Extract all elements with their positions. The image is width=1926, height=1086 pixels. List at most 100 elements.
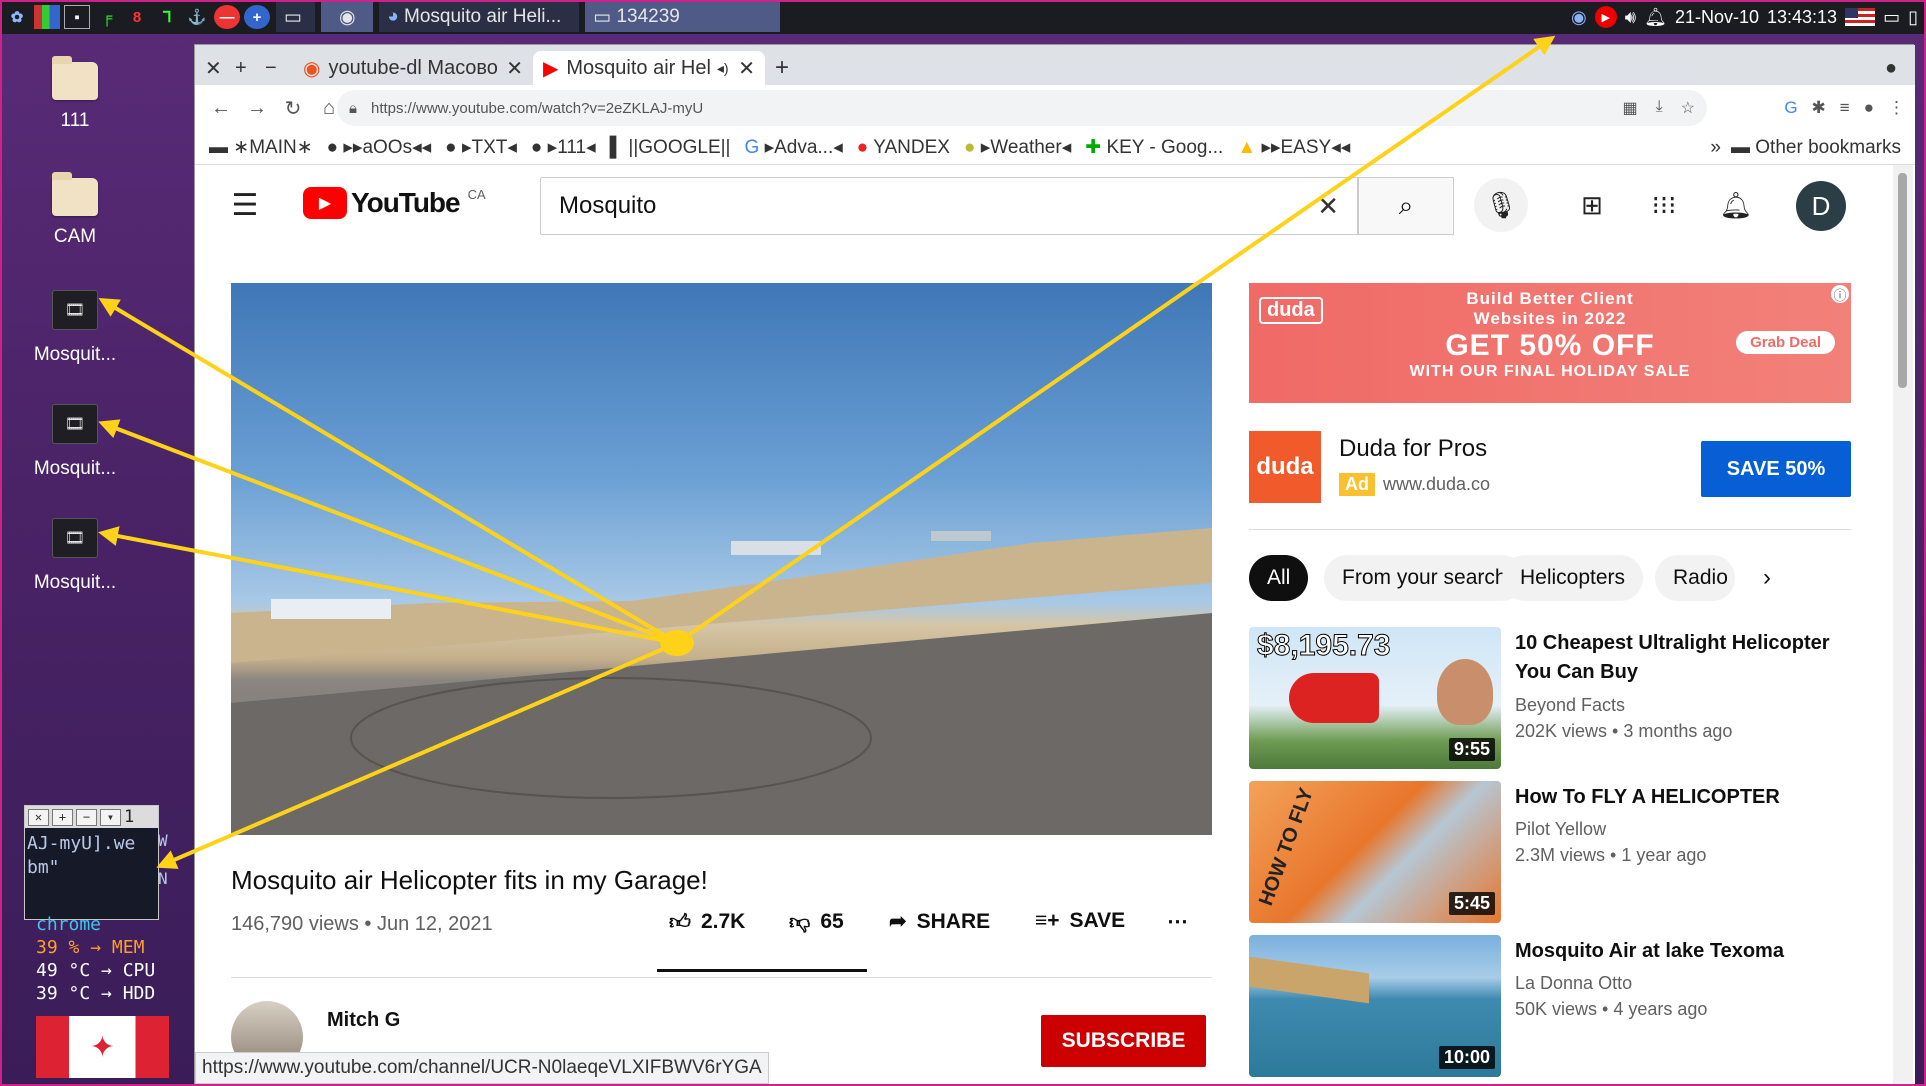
- account-avatar[interactable]: D: [1796, 181, 1846, 231]
- forward-icon[interactable]: →: [239, 90, 275, 126]
- notification-icon[interactable]: 🔔︎: [1644, 7, 1667, 28]
- new-tab-button[interactable]: +: [765, 51, 805, 85]
- bookmark-weather[interactable]: ● ▸Weather◂: [964, 136, 1071, 159]
- clock-time[interactable]: 13:43:13: [1767, 7, 1837, 28]
- recommendation-item[interactable]: HOW TO FLY 5:45 How To FLY A HELICOPTER …: [1249, 781, 1899, 923]
- network-icon[interactable]: +: [244, 5, 270, 29]
- channel-name[interactable]: Mitch G: [327, 1009, 400, 1032]
- chip-all[interactable]: All: [1249, 555, 1309, 601]
- scrollbar-thumb[interactable]: [1898, 173, 1907, 388]
- desktop-video-file-1[interactable]: 🎞︎ Mosquit...: [20, 290, 130, 366]
- desktop-video-file-2[interactable]: 🎞︎ Mosquit...: [20, 404, 130, 480]
- app-menu-icon[interactable]: ✿: [4, 5, 30, 29]
- ad-logo[interactable]: duda: [1249, 431, 1321, 503]
- install-icon[interactable]: ⤓: [1656, 98, 1663, 118]
- volume-icon[interactable]: 🔊︎: [1625, 7, 1636, 28]
- more-actions-icon[interactable]: ⋯: [1167, 909, 1188, 934]
- terminal-launcher-icon[interactable]: ▪: [64, 5, 90, 29]
- bookmark-advanced[interactable]: G ▸Adva...◂: [745, 136, 843, 159]
- close-window-icon[interactable]: ✕: [195, 51, 225, 85]
- taskbar-terminal2[interactable]: ▭ 134239: [585, 2, 781, 32]
- subscribe-button[interactable]: SUBSCRIBE: [1041, 1015, 1206, 1067]
- clipboard-icon[interactable]: ▯: [1908, 7, 1918, 28]
- info-icon[interactable]: ⓘ: [1831, 285, 1849, 303]
- taskbar-chrome[interactable]: ◕ Mosquito air Heli...: [379, 2, 580, 32]
- chrome-tray-icon[interactable]: ◉: [1571, 7, 1587, 28]
- display-icon[interactable]: ▭: [1883, 7, 1900, 28]
- address-bar[interactable]: 🔒︎ https://www.youtube.com/watch?v=2eZKL…: [337, 90, 1707, 126]
- video-player[interactable]: [231, 283, 1212, 835]
- system-stats: chrome 39 % → MEM 49 °C → CPU 39 °C → HD…: [36, 913, 155, 1005]
- desktop-folder-cam[interactable]: CAM: [20, 172, 130, 248]
- bookmark-key[interactable]: ✚ KEY - Goog...: [1085, 136, 1223, 159]
- maximize-icon[interactable]: +: [225, 51, 255, 85]
- anchor-icon[interactable]: ⚓: [184, 5, 210, 29]
- tab-close-icon[interactable]: ✕: [506, 56, 523, 81]
- chevron-right-icon[interactable]: ›: [1747, 558, 1787, 598]
- hamburger-menu-icon[interactable]: ☰: [223, 183, 267, 227]
- bookmark-aoos[interactable]: ● ▸▸aOOs◂◂: [327, 136, 432, 159]
- tab-youtube-dl[interactable]: ◉ youtube-dl Macово ✕: [293, 51, 533, 85]
- chip-from-your-search[interactable]: From your search: [1324, 555, 1525, 601]
- recommendation-item[interactable]: $8,195.73 9:55 10 Cheapest Ultralight He…: [1249, 627, 1899, 769]
- apps-grid-icon[interactable]: ⁝⁝⁝: [1642, 183, 1686, 227]
- youtube-tray-icon[interactable]: ▶: [1594, 6, 1617, 28]
- bookmark-star-icon[interactable]: ☆: [1681, 98, 1695, 118]
- ad-grab-deal-button[interactable]: Grab Deal: [1736, 331, 1835, 354]
- taskbar-terminal[interactable]: ▭: [276, 2, 316, 32]
- youtube-logo[interactable]: ▶ YouTube CA: [303, 187, 486, 219]
- dislike-button[interactable]: 👎︎ 65: [789, 909, 844, 935]
- recommendation-item[interactable]: 10:00 Mosquito Air at lake Texoma La Don…: [1249, 935, 1899, 1077]
- ad-save-button[interactable]: SAVE 50%: [1701, 441, 1851, 497]
- ad-title[interactable]: Duda for Pros: [1339, 435, 1487, 463]
- chevron-down-icon[interactable]: ▾: [100, 808, 121, 826]
- globe-icon: ●: [530, 137, 543, 158]
- minimize-icon[interactable]: −: [255, 51, 285, 85]
- back-icon[interactable]: ←: [203, 90, 239, 126]
- bookmark-easy[interactable]: ▲ ▸▸EASY◂◂: [1237, 136, 1350, 159]
- more-bookmarks-icon[interactable]: »: [1710, 137, 1721, 159]
- like-button[interactable]: 👍︎ 2.7K: [669, 909, 745, 935]
- bookmark-main[interactable]: ▬ ∗MAIN∗: [209, 136, 313, 159]
- bookmark-google[interactable]: ▌ ||GOOGLE||: [610, 137, 731, 159]
- qr-code-icon[interactable]: ▦: [1622, 98, 1637, 118]
- other-bookmarks[interactable]: ▬ Other bookmarks: [1731, 137, 1901, 159]
- page-scrollbar[interactable]: [1893, 165, 1913, 1086]
- tab-mosquito[interactable]: ▶ Mosquito air Hel ◂) ✕: [533, 51, 765, 85]
- save-button[interactable]: ≡+ SAVE: [1035, 909, 1125, 933]
- desktop-video-file-3[interactable]: 🎞︎ Mosquit...: [20, 518, 130, 594]
- stop-icon[interactable]: —: [214, 5, 240, 29]
- search-button[interactable]: ⌕: [1358, 177, 1454, 235]
- reload-icon[interactable]: ↻: [275, 90, 311, 126]
- clock-date[interactable]: 21-Nov-10: [1675, 7, 1759, 28]
- minus-icon[interactable]: −: [76, 808, 97, 826]
- canada-flag-icon: ✦: [36, 1016, 169, 1078]
- us-flag-icon[interactable]: [1845, 8, 1876, 26]
- chip-radio[interactable]: Radio: [1655, 555, 1735, 601]
- notifications-bell-icon[interactable]: 🔔︎: [1714, 183, 1758, 227]
- extensions-icon[interactable]: ✱: [1812, 98, 1826, 118]
- tab-search-icon[interactable]: ●: [1875, 51, 1915, 85]
- share-button[interactable]: ➦ SHARE: [889, 909, 990, 934]
- tab-close-icon[interactable]: ✕: [738, 56, 755, 81]
- plus-icon[interactable]: +: [52, 808, 73, 826]
- menu-dots-icon[interactable]: ⋮: [1888, 98, 1905, 118]
- search-input[interactable]: Mosquito ✕: [540, 177, 1358, 235]
- desktop-folder-111[interactable]: 111: [20, 56, 130, 132]
- video-frame: [231, 528, 1212, 835]
- bookmark-yandex[interactable]: ● YANDEX: [857, 137, 950, 159]
- create-video-icon[interactable]: ⊞: [1570, 183, 1614, 227]
- clear-search-icon[interactable]: ✕: [1317, 191, 1339, 222]
- chip-helicopters[interactable]: Helicopters: [1502, 555, 1644, 601]
- ad-banner[interactable]: duda Build Better Client Websites in 202…: [1249, 283, 1851, 403]
- taskbar-files[interactable]: ◉: [321, 2, 374, 32]
- mic-icon[interactable]: 🎙︎: [1474, 178, 1528, 232]
- reading-list-icon[interactable]: ≡: [1840, 98, 1850, 118]
- bookmark-txt[interactable]: ● ▸TXT◂: [445, 136, 517, 159]
- profile-icon[interactable]: ●: [1864, 98, 1874, 118]
- mini-terminal[interactable]: ✕ + − ▾ 1 AJ-myU].we bm": [24, 805, 159, 920]
- stat-mem: 39 % → MEM: [36, 937, 145, 958]
- bookmark-111[interactable]: ● ▸111◂: [531, 136, 596, 159]
- close-icon[interactable]: ✕: [28, 808, 49, 826]
- translate-icon[interactable]: G: [1784, 98, 1797, 118]
